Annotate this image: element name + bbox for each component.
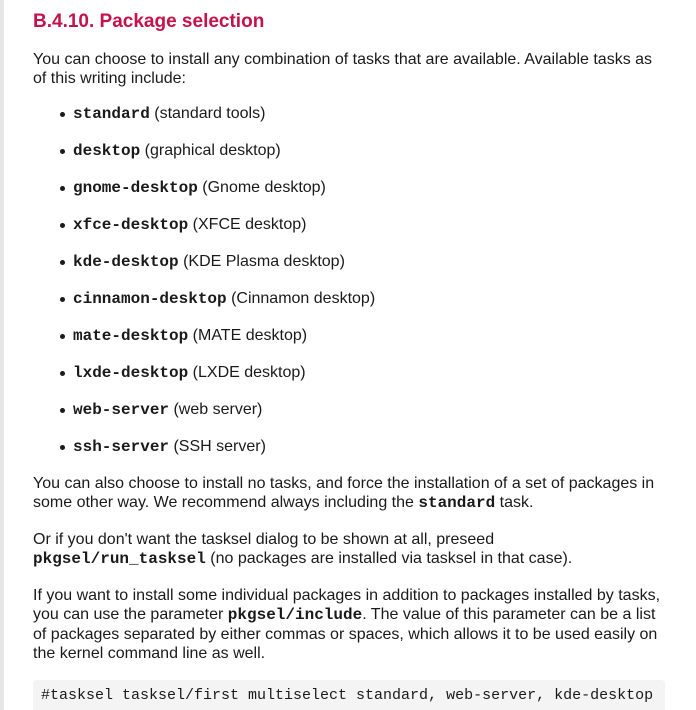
task-list: standard (standard tools) desktop (graph… xyxy=(33,104,665,457)
list-item: gnome-desktop (Gnome desktop) xyxy=(60,178,665,198)
page-left-border xyxy=(0,0,4,710)
inline-code: pkgsel/run_tasksel xyxy=(33,550,206,568)
list-item: standard (standard tools) xyxy=(60,104,665,124)
list-item: cinnamon-desktop (Cinnamon desktop) xyxy=(60,289,665,309)
task-description: (web server) xyxy=(169,401,263,418)
paragraph-text: (no packages are installed via tasksel i… xyxy=(205,550,573,567)
task-name: lxde-desktop xyxy=(73,364,189,382)
list-item: mate-desktop (MATE desktop) xyxy=(60,326,665,346)
task-name: cinnamon-desktop xyxy=(73,290,227,308)
list-item: xfce-desktop (XFCE desktop) xyxy=(60,215,665,235)
task-name: desktop xyxy=(73,142,141,160)
task-description: (Cinnamon desktop) xyxy=(226,290,376,307)
include-paragraph: If you want to install some individual p… xyxy=(33,586,665,663)
task-name: web-server xyxy=(73,401,170,419)
task-description: (Gnome desktop) xyxy=(197,179,326,196)
task-name: mate-desktop xyxy=(73,327,189,345)
paragraph-text: You can also choose to install no tasks,… xyxy=(33,475,655,511)
list-item: lxde-desktop (LXDE desktop) xyxy=(60,363,665,383)
task-name: xfce-desktop xyxy=(73,216,189,234)
task-description: (MATE desktop) xyxy=(188,327,308,344)
list-item: kde-desktop (KDE Plasma desktop) xyxy=(60,252,665,272)
document-content: B.4.10. Package selection You can choose… xyxy=(33,0,665,710)
task-name: gnome-desktop xyxy=(73,179,198,197)
code-block: #tasksel tasksel/first multiselect stand… xyxy=(33,680,665,710)
inline-code: standard xyxy=(418,494,496,512)
task-name: kde-desktop xyxy=(73,253,179,271)
task-name: standard xyxy=(73,105,150,123)
task-name: ssh-server xyxy=(73,438,170,456)
paragraph-text: Or if you don't want the tasksel dialog … xyxy=(33,531,495,548)
no-tasks-paragraph: You can also choose to install no tasks,… xyxy=(33,474,665,513)
task-description: (SSH server) xyxy=(169,438,266,455)
list-item: ssh-server (SSH server) xyxy=(60,437,665,457)
inline-code: pkgsel/include xyxy=(227,606,363,624)
task-description: (standard tools) xyxy=(149,105,266,122)
section-heading: B.4.10. Package selection xyxy=(33,11,265,32)
intro-paragraph: You can choose to install any combinatio… xyxy=(33,51,653,87)
task-description: (LXDE desktop) xyxy=(188,364,306,381)
paragraph-text: task. xyxy=(495,494,534,511)
task-description: (XFCE desktop) xyxy=(188,216,307,233)
list-item: desktop (graphical desktop) xyxy=(60,141,665,161)
list-item: web-server (web server) xyxy=(60,400,665,420)
task-description: (graphical desktop) xyxy=(140,142,281,159)
preseed-paragraph: Or if you don't want the tasksel dialog … xyxy=(33,530,665,569)
task-description: (KDE Plasma desktop) xyxy=(178,253,345,270)
